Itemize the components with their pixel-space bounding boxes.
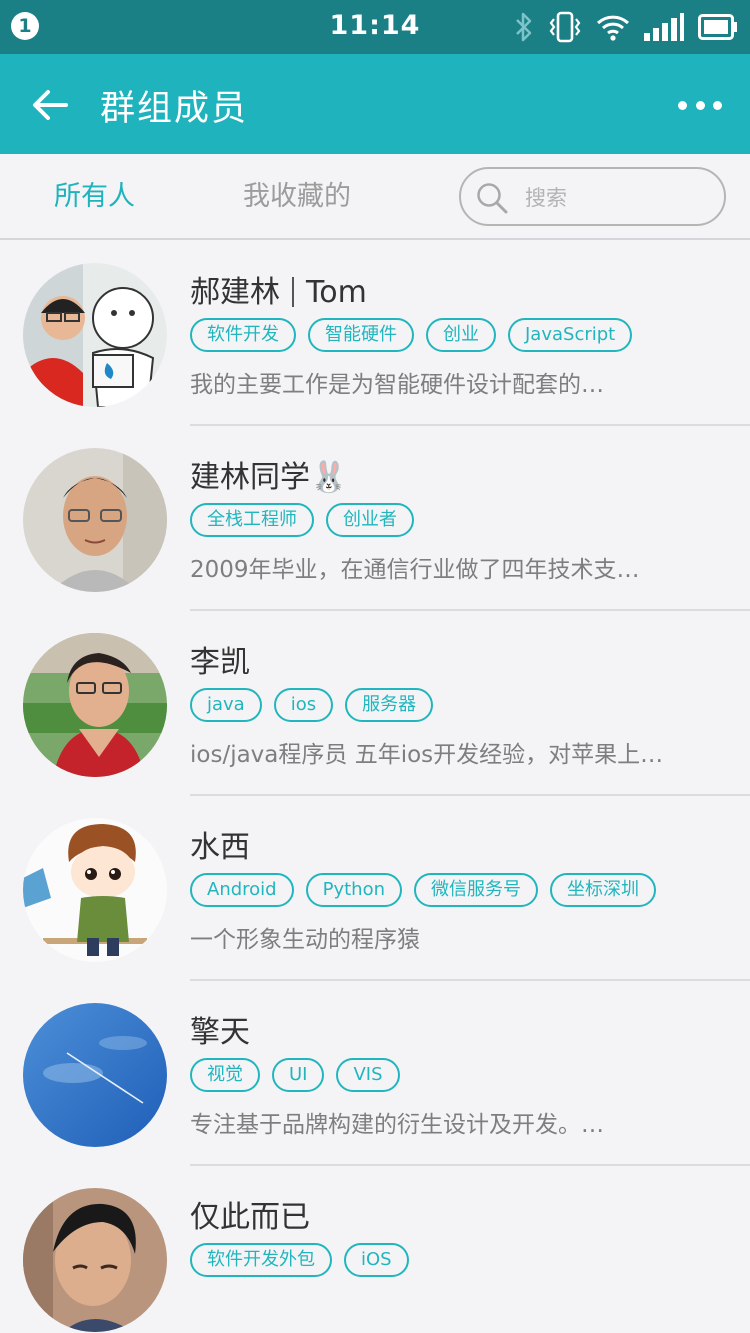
avatar[interactable] — [23, 448, 167, 592]
app-bar: 群组成员 — [0, 54, 750, 154]
tab-favorites[interactable]: 我收藏的 — [243, 174, 351, 213]
avatar[interactable] — [23, 633, 167, 777]
tag[interactable]: 服务器 — [345, 688, 434, 722]
avatar[interactable] — [23, 263, 167, 407]
bluetooth-icon — [516, 12, 532, 42]
tag[interactable]: 视觉 — [190, 1058, 260, 1092]
more-horizontal-icon-dot — [713, 100, 722, 110]
more-horizontal-icon-dot — [678, 100, 687, 110]
member-name: 建林同学🐰 — [190, 460, 348, 495]
tag[interactable]: 创业者 — [326, 503, 414, 537]
member-row[interactable]: 仅此而已 软件开发外包 iOS — [0, 1166, 750, 1333]
member-name-text: 郝建林 — [190, 275, 280, 310]
tag[interactable]: iOS — [344, 1243, 409, 1277]
avatar[interactable] — [23, 818, 167, 962]
member-name: 水西 — [190, 830, 250, 865]
battery-icon — [698, 14, 737, 40]
tag[interactable]: 智能硬件 — [308, 318, 414, 352]
status-bar: 1 11:14 — [0, 0, 750, 54]
tag-list: 软件开发 智能硬件 创业 JavaScript — [190, 318, 633, 352]
tag[interactable]: UI — [272, 1058, 325, 1092]
avatar[interactable] — [23, 1003, 167, 1147]
member-row[interactable]: 建林同学🐰 全栈工程师 创业者 2009年毕业，在通信行业做了四年技术支… — [0, 426, 750, 612]
member-name: 李凯 — [190, 645, 250, 680]
member-name: 擎天 — [190, 1015, 250, 1050]
tag[interactable]: java — [190, 688, 262, 722]
arrow-left-icon — [33, 90, 68, 120]
tag[interactable]: ios — [273, 688, 334, 722]
more-horizontal-icon-dot — [695, 100, 705, 110]
vibrate-icon — [549, 11, 581, 43]
member-bio: 一个形象生动的程序猿 — [190, 927, 420, 953]
tag-list: 软件开发外包 iOS — [190, 1243, 409, 1277]
back-button[interactable] — [28, 82, 74, 128]
signal-icon — [644, 13, 684, 41]
tag[interactable]: JavaScript — [508, 318, 633, 352]
member-bio: ios/java程序员 五年ios开发经验，对苹果上… — [190, 742, 664, 768]
tag-list: 全栈工程师 创业者 — [190, 503, 414, 537]
tag[interactable]: 全栈工程师 — [190, 503, 314, 537]
name-separator — [292, 277, 294, 307]
member-bio: 我的主要工作是为智能硬件设计配套的… — [190, 372, 604, 398]
tag[interactable]: 软件开发 — [190, 318, 296, 352]
tag-list: 视觉 UI VIS — [190, 1058, 400, 1092]
tag[interactable]: Python — [305, 873, 402, 907]
member-row[interactable]: 李凯 java ios 服务器 ios/java程序员 五年ios开发经验，对苹… — [0, 611, 750, 797]
more-options-button[interactable] — [678, 90, 722, 120]
member-row[interactable]: 擎天 视觉 UI VIS 专注基于品牌构建的衍生设计及开发。… — [0, 981, 750, 1167]
tab-all[interactable]: 所有人 — [54, 174, 135, 213]
avatar[interactable] — [23, 1188, 167, 1332]
member-list: 郝建林 Tom 软件开发 智能硬件 创业 JavaScript 我的主要工作是为智… — [0, 241, 750, 1333]
tag-list: java ios 服务器 — [190, 688, 434, 722]
tag-list: Android Python 微信服务号 坐标深圳 — [190, 873, 656, 907]
member-row[interactable]: 水西 Android Python 微信服务号 坐标深圳 一个形象生动的程序猿 — [0, 796, 750, 982]
search-icon — [477, 183, 508, 214]
tag[interactable]: VIS — [336, 1058, 400, 1092]
page-title: 群组成员 — [100, 89, 249, 129]
tab-bar: 所有人 我收藏的 搜索 — [0, 154, 750, 240]
search-input[interactable]: 搜索 — [459, 167, 726, 226]
status-icons — [514, 10, 738, 44]
member-bio: 专注基于品牌构建的衍生设计及开发。… — [190, 1112, 604, 1138]
member-name: 仅此而已 — [190, 1200, 310, 1235]
tag[interactable]: 微信服务号 — [414, 873, 538, 907]
tag[interactable]: 创业 — [426, 318, 496, 352]
member-name: 郝建林 Tom — [190, 267, 367, 311]
member-row[interactable]: 郝建林 Tom 软件开发 智能硬件 创业 JavaScript 我的主要工作是为智… — [0, 241, 750, 427]
tag[interactable]: 软件开发外包 — [190, 1243, 332, 1277]
tag[interactable]: Android — [190, 873, 294, 907]
member-bio: 2009年毕业，在通信行业做了四年技术支… — [190, 557, 640, 583]
wifi-icon — [596, 15, 630, 41]
tag[interactable]: 坐标深圳 — [550, 873, 656, 907]
search-placeholder: 搜索 — [525, 186, 567, 210]
member-name-suffix: Tom — [306, 275, 367, 310]
